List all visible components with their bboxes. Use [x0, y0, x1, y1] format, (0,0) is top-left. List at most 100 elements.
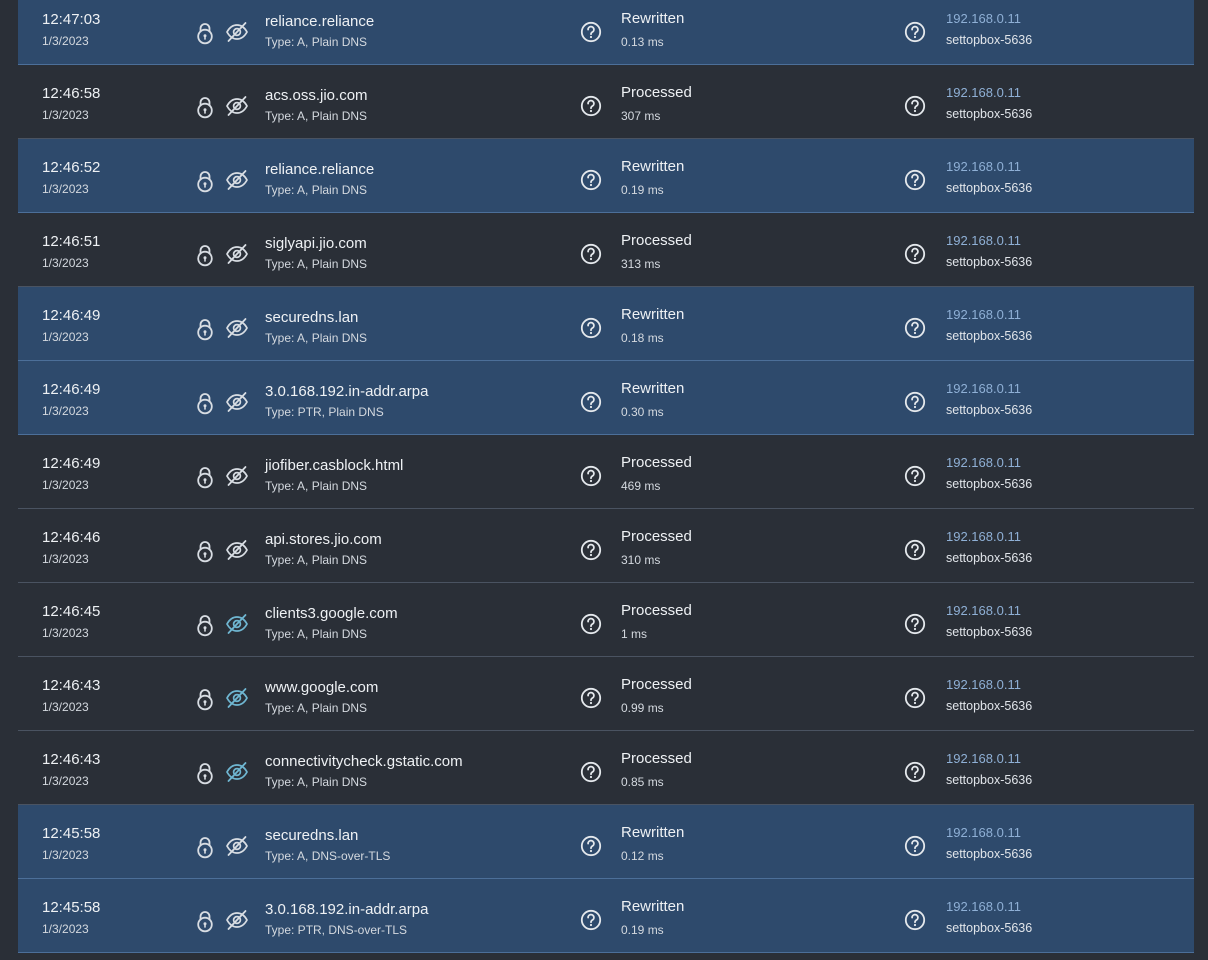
query-elapsed: 307 ms [621, 109, 661, 123]
query-log-row[interactable]: 12:45:58 1/3/2023 3.0.168.192.in-addr.ar… [18, 879, 1194, 953]
eye-off-dnssec-icon [225, 761, 249, 783]
question-circle-icon[interactable] [904, 539, 926, 561]
query-domain[interactable]: connectivitycheck.gstatic.com [265, 753, 463, 771]
query-elapsed: 0.99 ms [621, 701, 664, 715]
question-circle-icon[interactable] [904, 391, 926, 413]
client-ip-link[interactable]: 192.168.0.11 [946, 603, 1032, 619]
question-circle-icon[interactable] [580, 613, 602, 635]
question-circle-icon[interactable] [904, 169, 926, 191]
query-log-row[interactable]: 12:46:49 1/3/2023 securedns.lan Type: A,… [18, 287, 1194, 361]
question-circle-icon[interactable] [580, 687, 602, 709]
question-circle-icon[interactable] [904, 465, 926, 487]
client-ip-link[interactable]: 192.168.0.11 [946, 381, 1032, 397]
query-elapsed: 0.19 ms [621, 183, 664, 197]
client-ip-link[interactable]: 192.168.0.11 [946, 529, 1032, 545]
question-circle-icon[interactable] [580, 243, 602, 265]
question-circle-icon[interactable] [580, 835, 602, 857]
lock-icon [195, 392, 215, 415]
eye-off-icon [225, 909, 249, 931]
query-domain[interactable]: clients3.google.com [265, 605, 398, 623]
domain-cell: api.stores.jio.com Type: A, Plain DNS [265, 531, 382, 568]
query-elapsed: 0.30 ms [621, 405, 664, 419]
query-domain[interactable]: www.google.com [265, 679, 378, 697]
question-circle-icon[interactable] [580, 21, 602, 43]
query-log-row[interactable]: 12:46:45 1/3/2023 clients3.google.com Ty… [18, 583, 1194, 657]
time-cell: 12:46:51 1/3/2023 [42, 233, 100, 271]
query-domain[interactable]: 3.0.168.192.in-addr.arpa [265, 901, 428, 919]
question-circle-icon[interactable] [904, 835, 926, 857]
query-domain[interactable]: api.stores.jio.com [265, 531, 382, 549]
eye-off-icon [225, 95, 249, 117]
status-cell: Rewritten 0.19 ms [621, 158, 684, 198]
query-domain[interactable]: securedns.lan [265, 309, 367, 327]
client-ip-link[interactable]: 192.168.0.11 [946, 233, 1032, 249]
client-ip-link[interactable]: 192.168.0.11 [946, 677, 1032, 693]
question-circle-icon[interactable] [904, 317, 926, 339]
query-log-row[interactable]: 12:46:52 1/3/2023 reliance.reliance Type… [18, 139, 1194, 213]
question-circle-icon[interactable] [904, 21, 926, 43]
query-domain[interactable]: securedns.lan [265, 827, 390, 845]
time-cell: 12:46:49 1/3/2023 [42, 307, 100, 345]
client-cell: 192.168.0.11 settopbox-5636 [946, 603, 1032, 640]
time-cell: 12:46:52 1/3/2023 [42, 159, 100, 197]
client-hostname: settopbox-5636 [946, 773, 1033, 787]
query-status: Rewritten [621, 380, 685, 397]
query-date: 1/3/2023 [42, 34, 89, 48]
query-domain[interactable]: jiofiber.casblock.html [265, 457, 403, 475]
query-time: 12:46:45 [42, 603, 101, 620]
client-ip-link[interactable]: 192.168.0.11 [946, 455, 1032, 471]
client-ip-link[interactable]: 192.168.0.11 [946, 85, 1032, 101]
question-circle-icon[interactable] [580, 761, 602, 783]
eye-off-icon [225, 835, 249, 857]
domain-cell: www.google.com Type: A, Plain DNS [265, 679, 378, 716]
query-log-row[interactable]: 12:47:03 1/3/2023 reliance.reliance Type… [18, 0, 1194, 65]
question-circle-icon[interactable] [580, 95, 602, 117]
query-time: 12:46:49 [42, 381, 101, 398]
client-ip-link[interactable]: 192.168.0.11 [946, 307, 1032, 323]
query-status: Rewritten [621, 10, 685, 27]
question-circle-icon[interactable] [904, 687, 926, 709]
query-elapsed: 310 ms [621, 553, 661, 567]
client-ip-link[interactable]: 192.168.0.11 [946, 825, 1032, 841]
query-type: Type: A, Plain DNS [265, 701, 368, 715]
question-circle-icon[interactable] [580, 465, 602, 487]
lock-icon [195, 318, 215, 341]
query-log-row[interactable]: 12:46:43 1/3/2023 connectivitycheck.gsta… [18, 731, 1194, 805]
client-ip-link[interactable]: 192.168.0.11 [946, 899, 1032, 915]
question-circle-icon[interactable] [904, 243, 926, 265]
query-status: Processed [621, 676, 692, 693]
client-ip-link[interactable]: 192.168.0.11 [946, 159, 1032, 175]
query-log-row[interactable]: 12:46:49 1/3/2023 3.0.168.192.in-addr.ar… [18, 361, 1194, 435]
query-log-row[interactable]: 12:45:58 1/3/2023 securedns.lan Type: A,… [18, 805, 1194, 879]
query-domain[interactable]: reliance.reliance [265, 13, 374, 31]
question-circle-icon[interactable] [580, 909, 602, 931]
client-ip-link[interactable]: 192.168.0.11 [946, 751, 1032, 767]
question-circle-icon[interactable] [904, 95, 926, 117]
query-log-row[interactable]: 12:46:58 1/3/2023 acs.oss.jio.com Type: … [18, 65, 1194, 139]
lock-icon [195, 96, 215, 119]
question-circle-icon[interactable] [580, 169, 602, 191]
query-log-row[interactable]: 12:46:43 1/3/2023 www.google.com Type: A… [18, 657, 1194, 731]
question-circle-icon[interactable] [580, 317, 602, 339]
question-circle-icon[interactable] [904, 909, 926, 931]
query-elapsed: 0.12 ms [621, 849, 664, 863]
query-domain[interactable]: 3.0.168.192.in-addr.arpa [265, 383, 428, 401]
eye-off-icon [225, 391, 249, 413]
question-circle-icon[interactable] [580, 391, 602, 413]
domain-cell: jiofiber.casblock.html Type: A, Plain DN… [265, 457, 403, 494]
query-domain[interactable]: acs.oss.jio.com [265, 87, 368, 105]
lock-icon [195, 170, 215, 193]
query-log-row[interactable]: 12:46:51 1/3/2023 siglyapi.jio.com Type:… [18, 213, 1194, 287]
query-log-row[interactable]: 12:46:49 1/3/2023 jiofiber.casblock.html… [18, 435, 1194, 509]
query-domain[interactable]: siglyapi.jio.com [265, 235, 367, 253]
lock-icon [195, 910, 215, 933]
question-circle-icon[interactable] [904, 613, 926, 635]
question-circle-icon[interactable] [580, 539, 602, 561]
question-circle-icon[interactable] [904, 761, 926, 783]
client-ip-link[interactable]: 192.168.0.11 [946, 11, 1032, 27]
query-domain[interactable]: reliance.reliance [265, 161, 374, 179]
query-date: 1/3/2023 [42, 404, 89, 418]
query-status: Processed [621, 528, 692, 545]
client-cell: 192.168.0.11 settopbox-5636 [946, 825, 1032, 862]
query-log-row[interactable]: 12:46:46 1/3/2023 api.stores.jio.com Typ… [18, 509, 1194, 583]
